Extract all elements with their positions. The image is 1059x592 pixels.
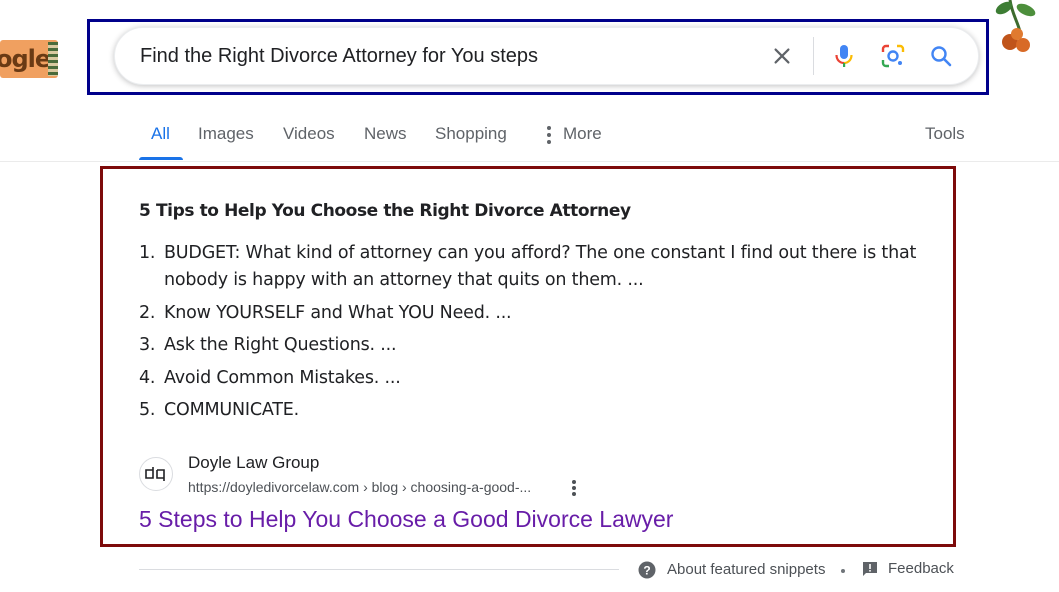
tab-images[interactable]: Images	[198, 124, 254, 144]
result-title-link[interactable]: 5 Steps to Help You Choose a Good Divorc…	[139, 506, 673, 533]
list-text: BUDGET: What kind of attorney can you af…	[164, 243, 917, 290]
source-url[interactable]: https://doyledivorcelaw.com › blog › cho…	[188, 479, 531, 495]
snippet-list: 1. BUDGET: What kind of attorney can you …	[139, 240, 929, 430]
search-box-divider	[813, 37, 814, 75]
doodle-strip	[48, 42, 58, 76]
list-text: Know YOURSELF and What YOU Need. ...	[164, 302, 512, 323]
source-favicon-icon[interactable]	[139, 457, 173, 491]
search-icon[interactable]	[925, 40, 957, 72]
list-item: 1. BUDGET: What kind of attorney can you …	[139, 240, 929, 294]
search-input[interactable]	[140, 40, 740, 72]
tab-videos[interactable]: Videos	[283, 124, 335, 144]
list-item: 4. Avoid Common Mistakes. ...	[139, 365, 929, 392]
list-number: 4.	[139, 367, 156, 388]
list-number: 1.	[139, 243, 156, 263]
list-number: 2.	[139, 302, 156, 323]
tab-more[interactable]: More	[563, 124, 602, 144]
tools-button[interactable]: Tools	[925, 124, 965, 144]
more-options-icon[interactable]	[564, 477, 584, 499]
snippet-title: 5 Tips to Help You Choose the Right Divo…	[139, 201, 631, 221]
close-icon[interactable]	[766, 40, 798, 72]
logo-text: ogle	[0, 45, 51, 73]
google-doodle-logo[interactable]: ogle	[0, 40, 58, 78]
list-item: 3. Ask the Right Questions. ...	[139, 332, 929, 359]
help-icon[interactable]: ?	[638, 561, 656, 579]
mic-icon[interactable]	[828, 40, 860, 72]
list-text: Avoid Common Mistakes. ...	[164, 367, 401, 388]
footer-divider	[139, 569, 619, 570]
list-number: 3.	[139, 335, 156, 355]
footer-separator-dot	[841, 569, 845, 573]
list-number: 5.	[139, 400, 156, 420]
svg-text:?: ?	[643, 564, 650, 578]
source-name[interactable]: Doyle Law Group	[188, 453, 319, 473]
list-text: Ask the Right Questions. ...	[164, 335, 397, 355]
tab-shopping[interactable]: Shopping	[435, 124, 507, 144]
camera-lens-icon[interactable]	[877, 40, 909, 72]
doodle-decoration-icon	[995, 0, 1036, 52]
active-tab-indicator	[139, 157, 183, 160]
feedback-icon[interactable]	[862, 561, 878, 577]
tab-all[interactable]: All	[151, 124, 170, 144]
source-logo-icon	[145, 467, 165, 481]
list-item: 5. COMMUNICATE.	[139, 397, 929, 424]
feedback-link[interactable]: Feedback	[888, 560, 954, 577]
list-item: 2. Know YOURSELF and What YOU Need. ...	[139, 300, 929, 327]
more-dots-icon[interactable]	[545, 126, 553, 144]
search-tabs: All Images Videos News Shopping More Too…	[0, 110, 1059, 162]
tab-news[interactable]: News	[364, 124, 407, 144]
about-featured-snippets-link[interactable]: About featured snippets	[667, 561, 825, 578]
list-text: COMMUNICATE.	[164, 400, 299, 420]
